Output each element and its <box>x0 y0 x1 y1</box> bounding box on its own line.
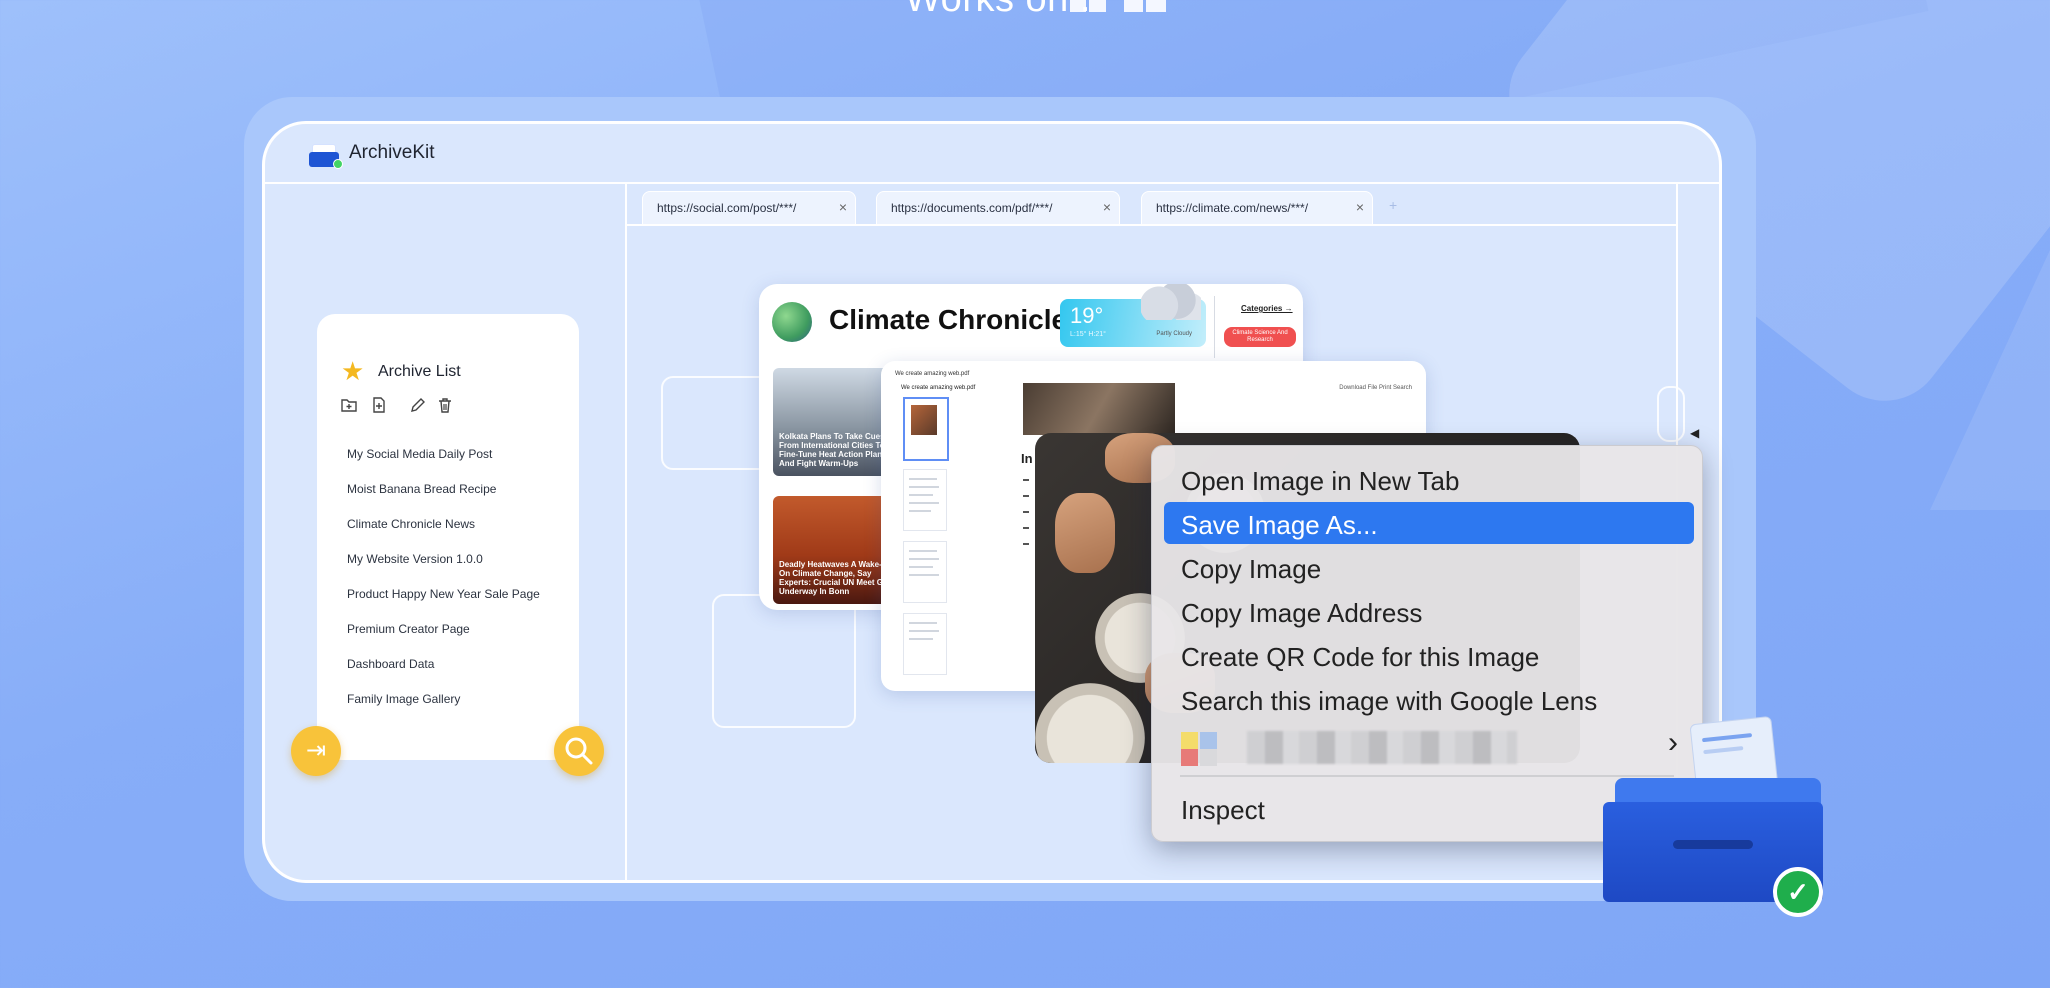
pdf-thumbnail <box>903 469 947 531</box>
windows-icon <box>1124 0 1166 12</box>
hand <box>1055 493 1115 573</box>
pdf-tab: We create amazing web.pdf <box>895 371 970 377</box>
search-icon <box>554 726 604 776</box>
archive-box-illustration: ✓ <box>1603 715 1823 917</box>
extension-icon <box>1181 732 1198 749</box>
collapse-arrow-icon[interactable]: ◀ <box>1690 426 1699 440</box>
menu-item-label: Copy Image <box>1181 554 1322 584</box>
app-title: ArchiveKit <box>349 142 435 163</box>
pdf-bullet <box>1023 479 1029 481</box>
archive-list-title: Archive List <box>378 363 461 380</box>
list-item[interactable]: Dashboard Data <box>347 657 434 671</box>
box-handle <box>1673 840 1753 849</box>
menu-item-copy-image[interactable]: Copy Image <box>1164 546 1694 588</box>
tab-url: https://documents.com/pdf/***/ <box>891 201 1053 215</box>
placeholder-outline <box>712 594 856 728</box>
plate <box>1035 683 1145 763</box>
export-button[interactable]: ⇥ <box>291 726 341 776</box>
pdf-bullet <box>1023 495 1029 497</box>
pdf-heading: In <box>1021 451 1033 466</box>
pdf-bullet <box>1023 511 1029 513</box>
archivekit-logo-icon <box>309 144 343 169</box>
close-icon[interactable]: × <box>839 199 847 215</box>
app-header: ArchiveKit <box>265 124 1719 184</box>
browser-tab[interactable]: https://documents.com/pdf/***/ × <box>876 191 1120 225</box>
placeholder-outline <box>1657 386 1685 442</box>
category-chip-label: Climate Science And Research <box>1232 330 1288 343</box>
new-tab-icon[interactable]: + <box>1389 197 1397 213</box>
list-item[interactable]: My Website Version 1.0.0 <box>347 552 483 566</box>
new-folder-icon[interactable] <box>339 396 359 416</box>
edit-icon[interactable] <box>408 396 428 416</box>
tab-url: https://social.com/post/***/ <box>657 201 797 215</box>
menu-item-label: Copy Image Address <box>1181 598 1423 628</box>
extension-icon <box>1200 732 1217 749</box>
cloud-icon <box>1141 284 1201 320</box>
menu-item-label: Search this image with Google Lens <box>1181 686 1598 716</box>
list-item[interactable]: Family Image Gallery <box>347 692 460 706</box>
site-title: Climate Chronicle <box>829 304 1068 335</box>
weather-desc: Partly Cloudy <box>1156 331 1192 337</box>
list-item[interactable]: Product Happy New Year Sale Page <box>347 587 540 601</box>
trash-icon[interactable] <box>435 396 455 416</box>
pdf-toolbar: Download File Print Search <box>1339 385 1412 391</box>
menu-item-label: Create QR Code for this Image <box>1181 642 1540 672</box>
new-file-icon[interactable] <box>369 396 389 416</box>
menu-separator <box>1180 775 1674 777</box>
categories-link: Categories → <box>1241 304 1293 313</box>
pdf-thumbnail <box>903 541 947 603</box>
extension-icon <box>1181 749 1198 766</box>
list-item[interactable]: Climate Chronicle News <box>347 517 475 531</box>
pdf-image <box>1023 383 1175 435</box>
pdf-file-name: We create amazing web.pdf <box>901 385 976 391</box>
menu-item-save-image[interactable]: Save Image As... <box>1164 502 1694 544</box>
browser-tab[interactable]: https://social.com/post/***/ × <box>642 191 856 225</box>
redacted-label <box>1247 731 1517 764</box>
divider <box>1214 296 1215 358</box>
archive-list-panel: ★ Archive List My Social Media Daily Pos… <box>317 314 579 760</box>
weather-temp: 19° <box>1070 303 1104 328</box>
pdf-bullet <box>1023 527 1029 529</box>
menu-item-label: Save Image As... <box>1181 510 1378 540</box>
climate-logo-icon <box>772 302 812 342</box>
platform-icon <box>1070 0 1106 12</box>
pdf-thumbnail <box>903 613 947 675</box>
menu-item-google-lens[interactable]: Search this image with Google Lens <box>1164 678 1694 720</box>
close-icon[interactable]: × <box>1356 199 1364 215</box>
search-button[interactable] <box>554 726 604 776</box>
works-on-text: Works on : <box>905 0 1091 21</box>
tab-url: https://climate.com/news/***/ <box>1156 201 1309 215</box>
menu-item-create-qr[interactable]: Create QR Code for this Image <box>1164 634 1694 676</box>
menu-item-copy-image-address[interactable]: Copy Image Address <box>1164 590 1694 632</box>
divider <box>625 182 627 880</box>
menu-item-label: Open Image in New Tab <box>1181 466 1460 496</box>
category-chip: Climate Science And Research <box>1224 327 1296 347</box>
browser-tab[interactable]: https://climate.com/news/***/ × <box>1141 191 1373 225</box>
menu-item-open-image[interactable]: Open Image in New Tab <box>1164 458 1694 500</box>
placeholder-outline <box>661 376 775 470</box>
star-icon: ★ <box>341 356 365 386</box>
list-item[interactable]: My Social Media Daily Post <box>347 447 492 461</box>
weather-range: L:15° H:21° <box>1070 331 1106 338</box>
list-item[interactable]: Premium Creator Page <box>347 622 470 636</box>
menu-item-label: Inspect <box>1181 795 1265 825</box>
pdf-thumbnail <box>903 397 949 461</box>
extension-icon <box>1200 749 1217 766</box>
pdf-bullet <box>1023 543 1029 545</box>
list-item[interactable]: Moist Banana Bread Recipe <box>347 482 496 496</box>
export-icon: ⇥ <box>305 737 327 764</box>
check-icon: ✓ <box>1773 867 1823 917</box>
close-icon[interactable]: × <box>1103 199 1111 215</box>
